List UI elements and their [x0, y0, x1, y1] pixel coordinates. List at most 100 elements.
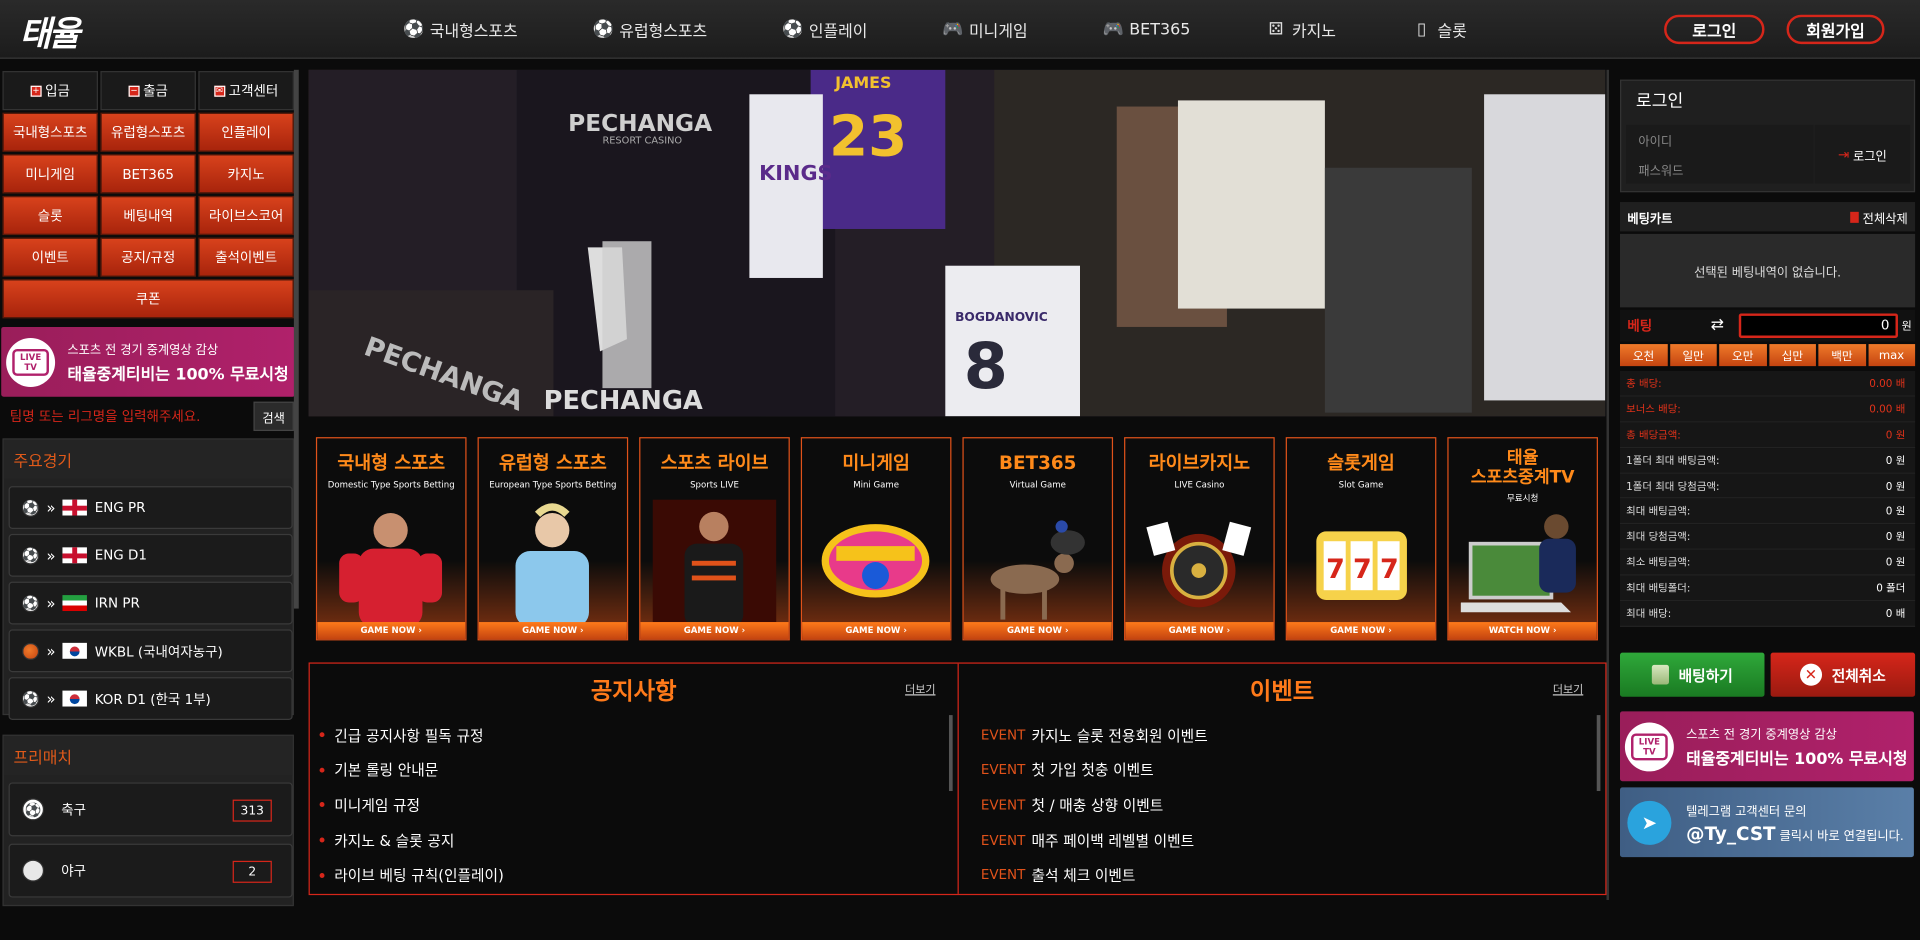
place-bet-button[interactable]: 배팅하기	[1620, 652, 1765, 697]
nav-casino[interactable]: ⚄ 카지노	[1266, 18, 1336, 41]
site-logo[interactable]: 태율	[20, 7, 93, 54]
nav-bet365[interactable]: 🎮 BET365	[1103, 20, 1191, 40]
menu-event[interactable]: 이벤트	[2, 237, 98, 277]
event-tag: EVENT	[980, 727, 1026, 744]
league-item[interactable]: ⚽ » IRN PR	[8, 581, 293, 625]
notice-item[interactable]: 라이브 베팅 규칙(인플레이)	[319, 858, 504, 893]
menu-bet-history[interactable]: 베팅내역	[100, 195, 196, 236]
login-submit-button[interactable]: ⇥ 로그인	[1814, 124, 1911, 184]
notice-more-link[interactable]: 더보기	[905, 681, 935, 696]
nav-label: 유럽형스포츠	[619, 22, 708, 42]
soccer-ball-icon: ⚽	[592, 19, 615, 40]
notice-item[interactable]: 미니게임 규정	[319, 788, 504, 823]
event-item[interactable]: EVENT 매주 페이백 레벨별 이벤트	[969, 823, 1208, 858]
menu-european-sports[interactable]: 유럽형스포츠	[100, 112, 196, 152]
card-cta[interactable]: GAME NOW ›	[478, 622, 627, 640]
slot-machine-icon: ▯	[1416, 19, 1427, 40]
card-sports-live[interactable]: 스포츠 라이브 Sports LIVE GAME NOW ›	[639, 437, 790, 641]
card-cta[interactable]: GAME NOW ›	[640, 622, 789, 640]
chip-50000[interactable]: 오만	[1719, 344, 1767, 367]
card-bet365[interactable]: BET365 Virtual Game GAME NOW ›	[962, 437, 1114, 641]
league-item[interactable]: ⚽ » KOR D1 (한국 1부)	[8, 677, 293, 721]
korea-flag-icon	[62, 690, 88, 707]
event-item[interactable]: EVENT 카지노 슬롯 전용회원 이벤트	[969, 718, 1208, 753]
nav-inplay[interactable]: ⚽ 인플레이	[782, 18, 868, 42]
login-arrow-icon: ⇥	[1838, 146, 1850, 163]
card-cta[interactable]: GAME NOW ›	[1286, 622, 1436, 640]
search-input[interactable]: 팀명 또는 리그명을 입력해주세요.	[10, 407, 201, 427]
menu-live-score[interactable]: 라이브스코어	[198, 195, 294, 236]
card-minigame[interactable]: 미니게임 Mini Game GAME NOW ›	[800, 437, 952, 641]
menu-domestic-sports[interactable]: 국내형스포츠	[2, 112, 98, 152]
league-item[interactable]: ⚽ » ENG D1	[8, 533, 293, 577]
card-cta[interactable]: GAME NOW ›	[1125, 622, 1274, 640]
signup-button[interactable]: 회원가입	[1786, 14, 1885, 45]
card-cta[interactable]: GAME NOW ›	[802, 622, 951, 640]
close-icon: ✕	[1799, 663, 1822, 686]
card-cta[interactable]: WATCH NOW ›	[1448, 622, 1597, 640]
nav-label: 인플레이	[808, 22, 868, 42]
notice-list: 긴급 공지사항 필독 규정 기본 롤링 안내문 미니게임 규정 카지노 & 슬롯…	[319, 718, 504, 893]
nav-minigame[interactable]: 🎮 미니게임	[942, 18, 1027, 41]
nav-slot[interactable]: ▯ 슬롯	[1412, 18, 1467, 41]
login-button[interactable]: 로그인	[1664, 14, 1765, 45]
live-tv-banner[interactable]: LIVE TV 스포츠 전 경기 중계영상 감상 태율중계티비는 100% 무료…	[1, 326, 296, 397]
chip-5000[interactable]: 오천	[1620, 344, 1668, 367]
card-live-casino[interactable]: 라이브카지노 LIVE Casino GAME NOW ›	[1124, 437, 1275, 641]
notice-item[interactable]: 기본 롤링 안내문	[319, 753, 504, 788]
chip-10000[interactable]: 일만	[1669, 344, 1717, 367]
baseball-icon	[22, 859, 45, 882]
support-button[interactable]: ✉ 고객센터	[198, 71, 294, 111]
refresh-icon[interactable]: ⇄	[1711, 316, 1724, 334]
event-more-link[interactable]: 더보기	[1553, 681, 1583, 696]
menu-inplay[interactable]: 인플레이	[198, 112, 294, 152]
clear-all-button[interactable]: 전체삭제	[1850, 208, 1908, 226]
menu-attendance-event[interactable]: 출석이벤트	[198, 237, 294, 277]
card-subtitle: LIVE Casino	[1174, 480, 1225, 490]
left-scrollbar[interactable]	[293, 69, 299, 609]
event-item[interactable]: EVENT 첫 / 매충 상향 이벤트	[969, 788, 1208, 823]
bet-amount-input[interactable]: 0	[1738, 313, 1898, 338]
withdraw-button[interactable]: − 출금	[100, 71, 196, 111]
notice-item[interactable]: 긴급 공지사항 필독 규정	[319, 718, 504, 753]
video-text-kings: KINGS	[759, 161, 832, 185]
live-tv-banner[interactable]: LIVE TV 스포츠 전 경기 중계영상 감상 태율중계티비는 100% 무료…	[1620, 711, 1914, 782]
league-item[interactable]: » WKBL (국내여자농구)	[8, 629, 293, 673]
card-slot-game[interactable]: 슬롯게임 Slot Game 777 GAME NOW ›	[1285, 437, 1437, 641]
nav-domestic-sports[interactable]: ⚽ 국내형스포츠	[403, 18, 517, 41]
center-scrollbar[interactable]	[1606, 69, 1609, 901]
card-european-sports[interactable]: 유럽형 스포츠 European Type Sports Betting GAM…	[477, 437, 629, 641]
search-button[interactable]: 검색	[253, 401, 294, 432]
menu-bet365[interactable]: BET365	[100, 154, 196, 194]
menu-casino[interactable]: 카지노	[198, 154, 294, 194]
event-scrollbar[interactable]	[1596, 715, 1601, 792]
prematch-sport-row[interactable]: ⚽ 축구 313	[8, 782, 293, 837]
card-domestic-sports[interactable]: 국내형 스포츠 Domestic Type Sports Betting GAM…	[315, 437, 467, 641]
league-item[interactable]: ⚽ » ENG PR	[8, 486, 293, 529]
double-chevron-icon: »	[46, 642, 56, 660]
menu-notice-rules[interactable]: 공지/규정	[100, 237, 196, 277]
card-sports-tv[interactable]: 태율 스포츠중계TV 무료시청 WATCH NOW ›	[1447, 437, 1598, 641]
event-item[interactable]: EVENT 출석 체크 이벤트	[969, 858, 1208, 893]
password-input[interactable]: 패스워드	[1626, 154, 1814, 184]
notice-item[interactable]: 카지노 & 슬롯 공지	[319, 823, 504, 858]
menu-slot[interactable]: 슬롯	[2, 195, 98, 236]
event-tag: EVENT	[980, 832, 1026, 849]
menu-coupon[interactable]: 쿠폰	[2, 279, 294, 319]
event-item[interactable]: EVENT 첫 가입 첫충 이벤트	[969, 753, 1208, 788]
id-input[interactable]: 아이디	[1626, 124, 1814, 155]
card-title: 태율 스포츠중계TV	[1470, 448, 1575, 488]
chip-max[interactable]: max	[1867, 344, 1916, 367]
cancel-all-button[interactable]: ✕ 전체취소	[1770, 652, 1916, 697]
live-video-player[interactable]: 23 JAMES KINGS BOGDANOVIC 8 PECHANGA RES…	[308, 69, 1606, 417]
chip-100000[interactable]: 십만	[1768, 344, 1816, 367]
menu-minigame[interactable]: 미니게임	[2, 154, 98, 194]
card-cta[interactable]: GAME NOW ›	[963, 622, 1112, 640]
chip-1000000[interactable]: 백만	[1818, 344, 1866, 367]
card-cta[interactable]: GAME NOW ›	[317, 622, 466, 640]
nav-european-sports[interactable]: ⚽ 유럽형스포츠	[592, 18, 708, 42]
notice-scrollbar[interactable]	[948, 715, 953, 792]
deposit-button[interactable]: + 입금	[2, 71, 98, 111]
telegram-banner[interactable]: ➤ 텔레그램 고객센터 문의 @Ty_CST 클릭시 바로 연결됩니다.	[1620, 787, 1914, 858]
prematch-sport-row[interactable]: 야구 2	[8, 843, 293, 898]
